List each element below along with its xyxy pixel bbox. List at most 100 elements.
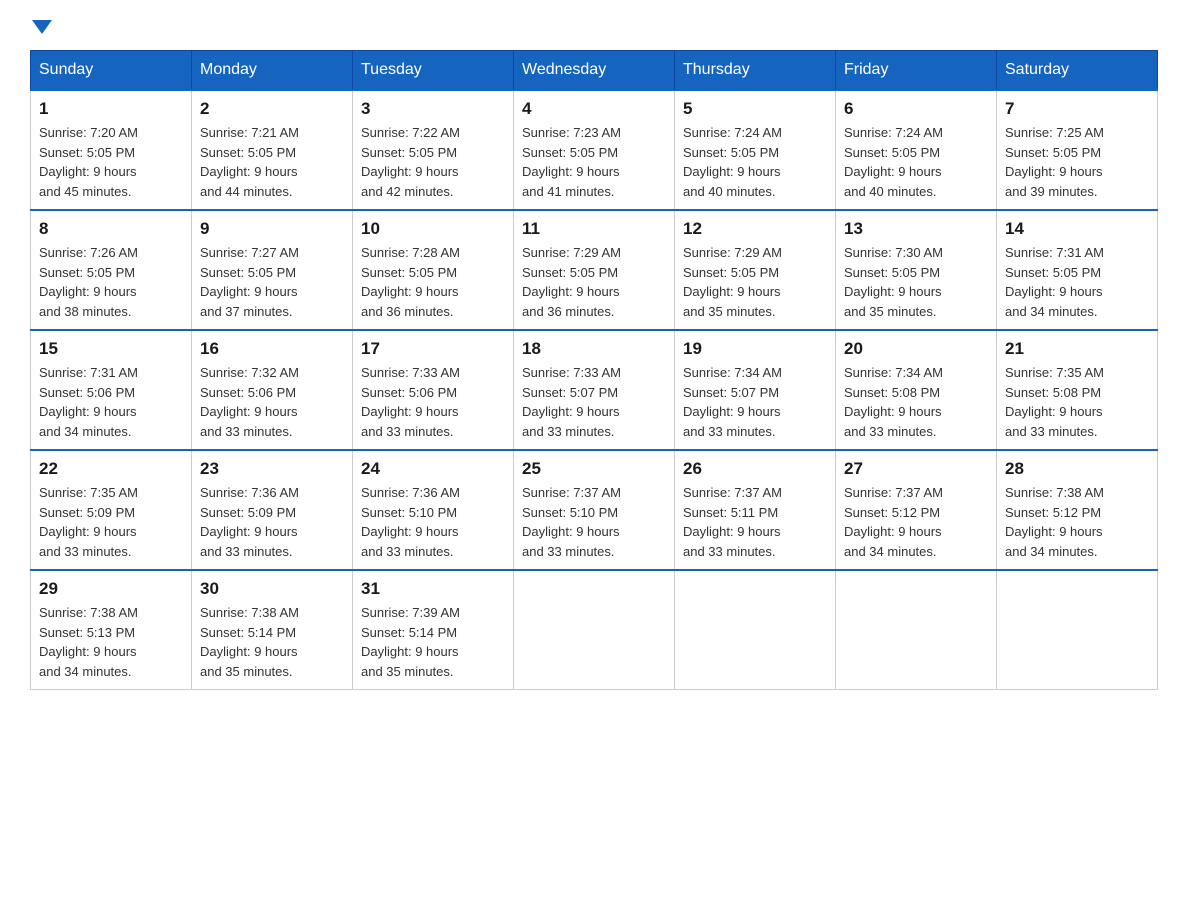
- day-number: 2: [200, 99, 344, 119]
- day-info: Sunrise: 7:31 AMSunset: 5:05 PMDaylight:…: [1005, 243, 1149, 321]
- week-row-5: 29Sunrise: 7:38 AMSunset: 5:13 PMDayligh…: [31, 570, 1158, 690]
- day-cell: 13 Sunrise: 7:30 AMSunset: 5:05 PMDayligh…: [836, 210, 997, 330]
- header-cell-monday: Monday: [192, 51, 353, 91]
- day-info: Sunrise: 7:25 AMSunset: 5:05 PMDaylight:…: [1005, 123, 1149, 201]
- day-cell: 21Sunrise: 7:35 AMSunset: 5:08 PMDayligh…: [997, 330, 1158, 450]
- day-number: 9: [200, 219, 344, 239]
- day-cell: 27 Sunrise: 7:37 AMSunset: 5:12 PMDayligh…: [836, 450, 997, 570]
- day-cell: [836, 570, 997, 690]
- page-header: [30, 20, 1158, 30]
- day-info: Sunrise: 7:35 AMSunset: 5:09 PMDaylight:…: [39, 483, 183, 561]
- day-cell: 12 Sunrise: 7:29 AMSunset: 5:05 PMDayligh…: [675, 210, 836, 330]
- day-cell: 5 Sunrise: 7:24 AMSunset: 5:05 PMDaylight…: [675, 90, 836, 210]
- day-number: 3: [361, 99, 505, 119]
- calendar-header: SundayMondayTuesdayWednesdayThursdayFrid…: [31, 51, 1158, 91]
- day-cell: 1 Sunrise: 7:20 AMSunset: 5:05 PMDaylight…: [31, 90, 192, 210]
- day-number: 12: [683, 219, 827, 239]
- day-cell: 29Sunrise: 7:38 AMSunset: 5:13 PMDayligh…: [31, 570, 192, 690]
- day-number: 26: [683, 459, 827, 479]
- day-info: Sunrise: 7:37 AMSunset: 5:12 PMDaylight:…: [844, 483, 988, 561]
- day-cell: 22 Sunrise: 7:35 AMSunset: 5:09 PMDayligh…: [31, 450, 192, 570]
- day-info: Sunrise: 7:37 AMSunset: 5:11 PMDaylight:…: [683, 483, 827, 561]
- header-cell-tuesday: Tuesday: [353, 51, 514, 91]
- day-number: 24: [361, 459, 505, 479]
- day-info: Sunrise: 7:35 AMSunset: 5:08 PMDaylight:…: [1005, 363, 1149, 441]
- day-number: 10: [361, 219, 505, 239]
- logo-line1: [30, 20, 52, 34]
- day-info: Sunrise: 7:32 AMSunset: 5:06 PMDaylight:…: [200, 363, 344, 441]
- day-info: Sunrise: 7:27 AMSunset: 5:05 PMDaylight:…: [200, 243, 344, 321]
- day-info: Sunrise: 7:20 AMSunset: 5:05 PMDaylight:…: [39, 123, 183, 201]
- week-row-4: 22 Sunrise: 7:35 AMSunset: 5:09 PMDayligh…: [31, 450, 1158, 570]
- day-number: 30: [200, 579, 344, 599]
- day-info: Sunrise: 7:21 AMSunset: 5:05 PMDaylight:…: [200, 123, 344, 201]
- day-number: 18: [522, 339, 666, 359]
- day-info: Sunrise: 7:26 AMSunset: 5:05 PMDaylight:…: [39, 243, 183, 321]
- logo: [30, 20, 52, 30]
- day-info: Sunrise: 7:38 AMSunset: 5:12 PMDaylight:…: [1005, 483, 1149, 561]
- day-info: Sunrise: 7:22 AMSunset: 5:05 PMDaylight:…: [361, 123, 505, 201]
- day-number: 27: [844, 459, 988, 479]
- day-info: Sunrise: 7:34 AMSunset: 5:07 PMDaylight:…: [683, 363, 827, 441]
- calendar-body: 1 Sunrise: 7:20 AMSunset: 5:05 PMDaylight…: [31, 90, 1158, 690]
- day-info: Sunrise: 7:28 AMSunset: 5:05 PMDaylight:…: [361, 243, 505, 321]
- day-number: 13: [844, 219, 988, 239]
- day-cell: 31 Sunrise: 7:39 AMSunset: 5:14 PMDayligh…: [353, 570, 514, 690]
- day-info: Sunrise: 7:37 AMSunset: 5:10 PMDaylight:…: [522, 483, 666, 561]
- header-cell-wednesday: Wednesday: [514, 51, 675, 91]
- day-info: Sunrise: 7:31 AMSunset: 5:06 PMDaylight:…: [39, 363, 183, 441]
- week-row-3: 15 Sunrise: 7:31 AMSunset: 5:06 PMDayligh…: [31, 330, 1158, 450]
- calendar-table: SundayMondayTuesdayWednesdayThursdayFrid…: [30, 50, 1158, 690]
- day-number: 8: [39, 219, 183, 239]
- day-info: Sunrise: 7:24 AMSunset: 5:05 PMDaylight:…: [683, 123, 827, 201]
- header-cell-saturday: Saturday: [997, 51, 1158, 91]
- day-cell: 19 Sunrise: 7:34 AMSunset: 5:07 PMDayligh…: [675, 330, 836, 450]
- day-cell: 25 Sunrise: 7:37 AMSunset: 5:10 PMDayligh…: [514, 450, 675, 570]
- day-cell: 8 Sunrise: 7:26 AMSunset: 5:05 PMDaylight…: [31, 210, 192, 330]
- day-number: 31: [361, 579, 505, 599]
- day-number: 4: [522, 99, 666, 119]
- day-info: Sunrise: 7:36 AMSunset: 5:10 PMDaylight:…: [361, 483, 505, 561]
- header-cell-sunday: Sunday: [31, 51, 192, 91]
- day-info: Sunrise: 7:34 AMSunset: 5:08 PMDaylight:…: [844, 363, 988, 441]
- day-cell: 18Sunrise: 7:33 AMSunset: 5:07 PMDayligh…: [514, 330, 675, 450]
- day-cell: [675, 570, 836, 690]
- day-info: Sunrise: 7:38 AMSunset: 5:14 PMDaylight:…: [200, 603, 344, 681]
- day-number: 14: [1005, 219, 1149, 239]
- day-cell: 16 Sunrise: 7:32 AMSunset: 5:06 PMDayligh…: [192, 330, 353, 450]
- day-number: 23: [200, 459, 344, 479]
- day-cell: 7Sunrise: 7:25 AMSunset: 5:05 PMDaylight…: [997, 90, 1158, 210]
- day-number: 25: [522, 459, 666, 479]
- week-row-1: 1 Sunrise: 7:20 AMSunset: 5:05 PMDaylight…: [31, 90, 1158, 210]
- day-number: 22: [39, 459, 183, 479]
- day-cell: 10 Sunrise: 7:28 AMSunset: 5:05 PMDayligh…: [353, 210, 514, 330]
- day-cell: [514, 570, 675, 690]
- day-cell: 11 Sunrise: 7:29 AMSunset: 5:05 PMDayligh…: [514, 210, 675, 330]
- day-cell: 24 Sunrise: 7:36 AMSunset: 5:10 PMDayligh…: [353, 450, 514, 570]
- day-number: 17: [361, 339, 505, 359]
- day-info: Sunrise: 7:29 AMSunset: 5:05 PMDaylight:…: [522, 243, 666, 321]
- day-number: 1: [39, 99, 183, 119]
- day-info: Sunrise: 7:39 AMSunset: 5:14 PMDaylight:…: [361, 603, 505, 681]
- day-number: 5: [683, 99, 827, 119]
- header-cell-thursday: Thursday: [675, 51, 836, 91]
- day-cell: 30 Sunrise: 7:38 AMSunset: 5:14 PMDayligh…: [192, 570, 353, 690]
- day-info: Sunrise: 7:30 AMSunset: 5:05 PMDaylight:…: [844, 243, 988, 321]
- day-info: Sunrise: 7:29 AMSunset: 5:05 PMDaylight:…: [683, 243, 827, 321]
- day-cell: 23 Sunrise: 7:36 AMSunset: 5:09 PMDayligh…: [192, 450, 353, 570]
- day-number: 16: [200, 339, 344, 359]
- day-number: 28: [1005, 459, 1149, 479]
- day-number: 15: [39, 339, 183, 359]
- day-cell: 6Sunrise: 7:24 AMSunset: 5:05 PMDaylight…: [836, 90, 997, 210]
- day-cell: 2 Sunrise: 7:21 AMSunset: 5:05 PMDaylight…: [192, 90, 353, 210]
- day-info: Sunrise: 7:33 AMSunset: 5:06 PMDaylight:…: [361, 363, 505, 441]
- day-cell: 9 Sunrise: 7:27 AMSunset: 5:05 PMDaylight…: [192, 210, 353, 330]
- day-cell: 28 Sunrise: 7:38 AMSunset: 5:12 PMDayligh…: [997, 450, 1158, 570]
- day-number: 29: [39, 579, 183, 599]
- day-info: Sunrise: 7:36 AMSunset: 5:09 PMDaylight:…: [200, 483, 344, 561]
- day-number: 19: [683, 339, 827, 359]
- day-cell: 20Sunrise: 7:34 AMSunset: 5:08 PMDayligh…: [836, 330, 997, 450]
- day-cell: 17 Sunrise: 7:33 AMSunset: 5:06 PMDayligh…: [353, 330, 514, 450]
- logo-arrow-icon: [32, 20, 52, 34]
- day-number: 11: [522, 219, 666, 239]
